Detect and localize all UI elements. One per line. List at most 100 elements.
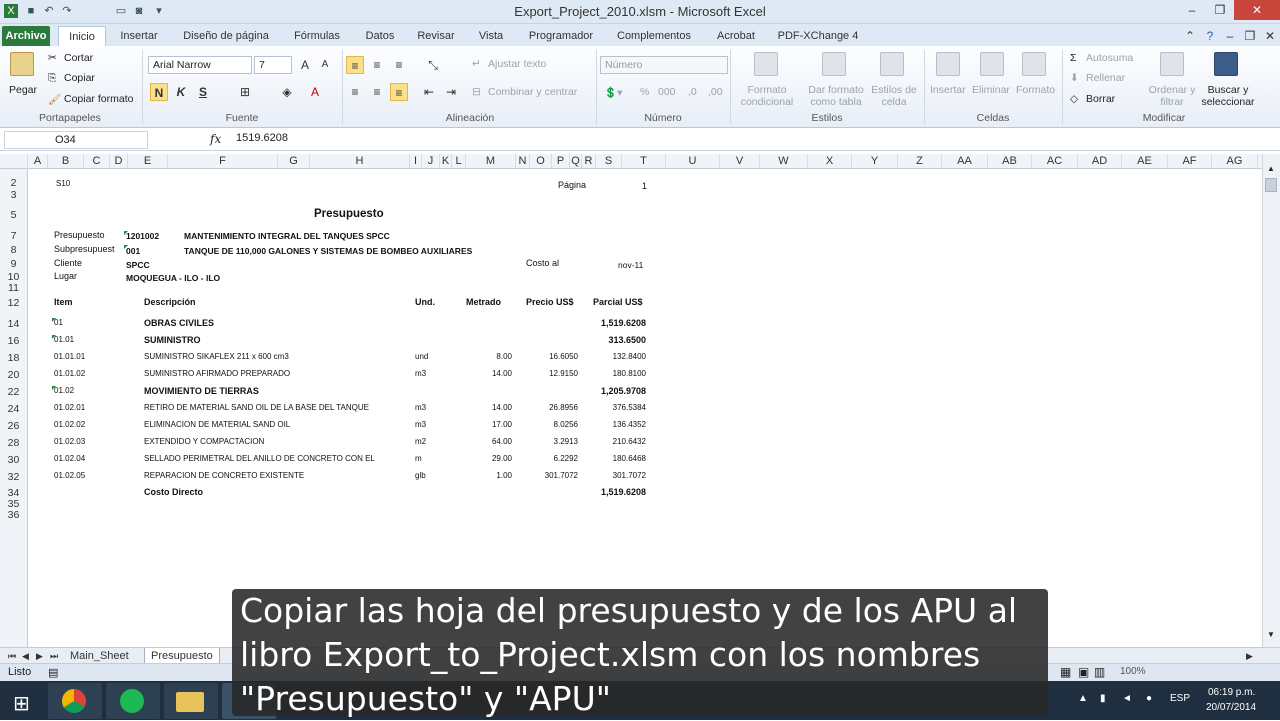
normal-view-icon[interactable]: ▦ (1060, 665, 1071, 679)
row-header[interactable]: 16 (0, 335, 27, 347)
column-header[interactable]: E (128, 154, 168, 169)
conditional-format-button[interactable]: Formato condicional (736, 84, 798, 108)
tray-up-arrow-icon[interactable]: ▲ (1078, 693, 1088, 704)
align-left-icon[interactable]: ≡ (346, 83, 364, 101)
column-header[interactable]: AE (1122, 154, 1168, 169)
formula-input[interactable]: 1519.6208 (236, 132, 288, 144)
insert-cells-icon[interactable] (936, 52, 960, 76)
fill-color-icon[interactable]: ◈ (278, 83, 296, 101)
row-header[interactable]: 14 (0, 318, 27, 330)
minimize-button[interactable]: – (1178, 0, 1206, 20)
column-header[interactable]: AB (988, 154, 1032, 169)
conditional-format-icon[interactable] (754, 52, 778, 76)
italic-button[interactable]: K (172, 83, 190, 101)
tab-diseno-pagina[interactable]: Diseño de página (178, 26, 274, 46)
column-header[interactable]: L (452, 154, 466, 169)
column-header[interactable]: G (278, 154, 310, 169)
wrap-text-button[interactable]: Ajustar texto (488, 58, 546, 70)
format-cells-icon[interactable] (1022, 52, 1046, 76)
row-header[interactable]: 24 (0, 403, 27, 415)
align-center-icon[interactable]: ≡ (368, 83, 386, 101)
row-header[interactable]: 22 (0, 386, 27, 398)
align-bottom-icon[interactable]: ≡ (390, 56, 408, 74)
column-header[interactable]: C (84, 154, 110, 169)
cell-styles-button[interactable]: Estilos de celda (868, 84, 920, 108)
zoom-level[interactable]: 100% (1120, 666, 1146, 677)
delete-cells-button[interactable]: Eliminar (972, 84, 1010, 96)
scroll-down-icon[interactable]: ▼ (1265, 630, 1277, 640)
row-header[interactable]: 20 (0, 369, 27, 381)
tab-complementos[interactable]: Complementos (612, 26, 696, 46)
fx-label[interactable]: fx (210, 132, 221, 146)
column-header[interactable]: AA (942, 154, 988, 169)
autosum-button[interactable]: Autosuma (1086, 52, 1133, 64)
sort-filter-button[interactable]: Ordenar y filtrar (1146, 84, 1198, 108)
font-size-combo[interactable]: 7 (254, 56, 292, 74)
sheet-tab-presupuesto[interactable]: Presupuesto (144, 648, 220, 664)
column-header[interactable]: AG (1212, 154, 1258, 169)
copy-button[interactable]: Copiar (64, 72, 95, 84)
column-header[interactable]: M (466, 154, 516, 169)
tray-app-icon[interactable]: ● (1146, 693, 1152, 704)
taskbar-explorer[interactable] (164, 683, 218, 719)
row-header[interactable]: 36 (0, 509, 27, 521)
tab-insertar[interactable]: Insertar (114, 26, 164, 46)
bold-button[interactable]: N (150, 83, 168, 101)
tab-programador[interactable]: Programador (522, 26, 600, 46)
sort-filter-icon[interactable] (1160, 52, 1184, 76)
format-cells-button[interactable]: Formato (1016, 84, 1055, 96)
tray-language[interactable]: ESP (1170, 693, 1190, 704)
taskbar-chrome[interactable] (48, 683, 102, 719)
align-right-icon[interactable]: ≡ (390, 83, 408, 101)
column-header[interactable]: K (440, 154, 452, 169)
name-box[interactable]: O34 (4, 131, 148, 149)
borders-icon[interactable]: ⊞ (236, 83, 254, 101)
find-binoculars-icon[interactable] (1214, 52, 1238, 76)
cell-styles-icon[interactable] (880, 52, 904, 76)
column-header[interactable]: Q (570, 154, 582, 169)
row-header[interactable]: 9 (0, 258, 27, 270)
scroll-thumb[interactable] (1265, 178, 1277, 192)
paste-icon[interactable] (10, 52, 34, 76)
tab-formulas[interactable]: Fórmulas (288, 26, 346, 46)
column-header[interactable]: X (808, 154, 852, 169)
scroll-up-icon[interactable]: ▲ (1265, 164, 1277, 174)
percent-icon[interactable]: % (640, 86, 649, 98)
tab-inicio[interactable]: Inicio (58, 26, 106, 46)
book-minimize-icon[interactable]: – (1220, 26, 1240, 46)
tray-network-icon[interactable]: ▮ (1100, 693, 1106, 704)
currency-icon[interactable]: 💲▾ (604, 86, 622, 99)
help-icon[interactable]: ? (1200, 26, 1220, 46)
scroll-right-icon[interactable]: ▶ (1240, 648, 1259, 664)
worksheet-grid[interactable]: S10 Página 1 Presupuesto Presupuesto 120… (28, 169, 1262, 647)
start-button[interactable]: ⊞ (2, 683, 44, 719)
tab-pdf-xchange[interactable]: PDF-XChange 4 (776, 26, 860, 46)
column-header[interactable]: W (760, 154, 808, 169)
tab-datos[interactable]: Datos (358, 26, 402, 46)
orientation-icon[interactable]: ⤡ (424, 56, 442, 74)
table-format-button[interactable]: Dar formato como tabla (804, 84, 868, 108)
column-header[interactable]: D (110, 154, 128, 169)
close-button[interactable]: ✕ (1234, 0, 1280, 20)
last-sheet-icon[interactable]: ⏭ (44, 648, 64, 664)
column-header[interactable]: I (410, 154, 422, 169)
column-header[interactable]: Y (852, 154, 898, 169)
column-header[interactable]: N (516, 154, 530, 169)
column-header[interactable]: A (28, 154, 48, 169)
row-header[interactable]: 7 (0, 230, 27, 242)
row-header[interactable]: 32 (0, 471, 27, 483)
column-header[interactable]: S (596, 154, 622, 169)
column-header[interactable]: O (530, 154, 552, 169)
font-name-combo[interactable]: Arial Narrow (148, 56, 252, 74)
column-header[interactable]: AF (1168, 154, 1212, 169)
comma-icon[interactable]: 000 (658, 86, 676, 98)
fill-button[interactable]: Rellenar (1086, 72, 1125, 84)
column-header[interactable]: F (168, 154, 278, 169)
increase-decimal-icon[interactable]: ,0 (688, 86, 697, 98)
row-header[interactable]: 12 (0, 297, 27, 309)
page-break-icon[interactable]: ▥ (1094, 665, 1105, 679)
tab-revisar[interactable]: Revisar (412, 26, 460, 46)
row-header[interactable]: 8 (0, 244, 27, 256)
page-layout-icon[interactable]: ▣ (1078, 665, 1089, 679)
tray-time[interactable]: 06:19 p.m. (1208, 687, 1255, 698)
